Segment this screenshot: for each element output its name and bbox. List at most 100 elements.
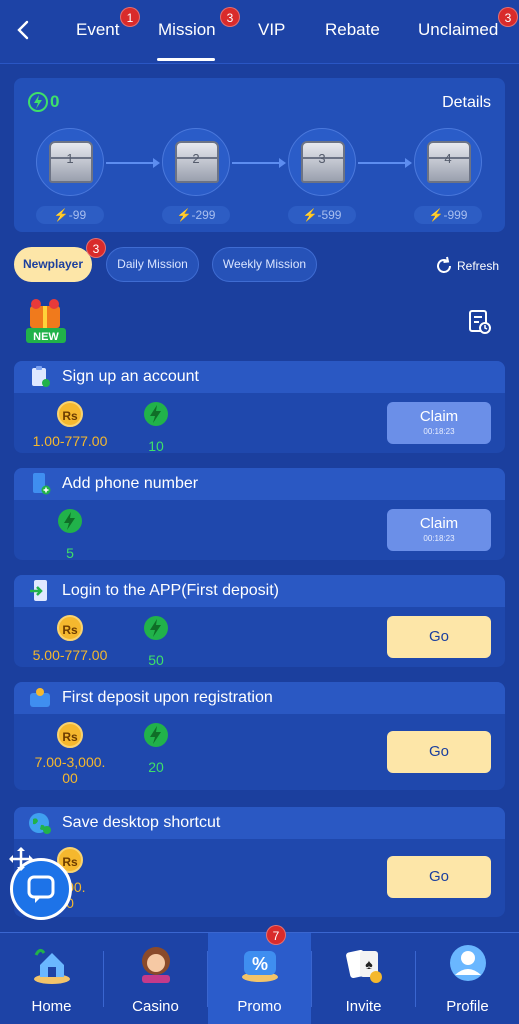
nav-promo[interactable]: % Promo: [208, 933, 311, 1024]
refresh-button[interactable]: Refresh: [434, 256, 499, 276]
nav-label: Promo: [237, 998, 282, 1015]
chest-3[interactable]: 3: [288, 128, 356, 196]
tab-event-badge: 1: [120, 7, 140, 27]
chest-number: 1: [66, 151, 74, 166]
cash-reward: Rs 7.00-3,000. 00: [28, 722, 112, 786]
energy-bolt-icon: [58, 509, 82, 533]
nav-label: Casino: [132, 998, 179, 1015]
cash-reward: Rs 5.00-777.00: [28, 615, 112, 663]
mission-card-first-deposit: First deposit upon registration Rs 7.00-…: [14, 682, 505, 790]
rupee-coin-icon: Rs: [57, 722, 83, 748]
chest-2[interactable]: 2: [162, 128, 230, 196]
claim-button[interactable]: Claim 00:18:23: [387, 509, 491, 551]
profile-avatar-icon: [449, 945, 486, 981]
cash-reward: Rs 1.00-777.00: [28, 401, 112, 449]
energy-reward: 5: [52, 508, 88, 560]
chest-number: 2: [192, 151, 200, 166]
claim-timer: 00:18:23: [423, 534, 455, 543]
tab-event[interactable]: Event: [76, 20, 119, 40]
nav-label: Home: [31, 998, 72, 1015]
nav-label: Invite: [345, 998, 382, 1015]
mission-card-header: Save desktop shortcut: [14, 807, 505, 839]
promo-percent-icon: %: [241, 951, 278, 982]
history-record-icon[interactable]: [468, 309, 492, 335]
tab-vip[interactable]: VIP: [258, 20, 285, 40]
energy-reward-value: 50: [148, 652, 164, 667]
bottom-navigation: Home Casino % Promo 7 ♠ Invite Profile: [0, 925, 519, 1024]
energy-reward-value: 10: [148, 438, 164, 453]
energy-bolt-icon: [144, 402, 168, 426]
energy-reward: 50: [138, 615, 174, 667]
mission-title: Add phone number: [62, 475, 199, 492]
rupee-coin-icon: Rs: [57, 401, 83, 427]
svg-text:♠: ♠: [365, 956, 373, 972]
mission-tab-newplayer[interactable]: Newplayer: [14, 247, 92, 282]
chest-cost-value: -999: [443, 208, 468, 222]
drag-move-icon[interactable]: [8, 846, 34, 872]
nav-casino[interactable]: Casino: [104, 933, 207, 1024]
cash-reward-value: 1.00-777.00: [32, 433, 108, 449]
cash-reward-value: 7.00-3,000. 00: [28, 754, 112, 786]
mission-title: Login to the APP(First deposit): [62, 582, 279, 599]
nav-profile[interactable]: Profile: [416, 933, 519, 1024]
energy-reward: 10: [138, 401, 174, 453]
mission-card-signup: Sign up an account Rs 1.00-777.00 10 Cla…: [14, 361, 505, 453]
chest-cost-value: -299: [191, 208, 216, 222]
chest-1[interactable]: 1: [36, 128, 104, 196]
claim-button[interactable]: Claim 00:18:23: [387, 402, 491, 444]
mission-card-desktop-shortcut: Save desktop shortcut Rs ,000.0 Go: [14, 807, 505, 917]
casino-girl-icon: [141, 947, 170, 983]
tab-mission[interactable]: Mission: [158, 20, 216, 40]
nav-home[interactable]: Home: [0, 933, 103, 1024]
login-app-icon: [30, 580, 47, 601]
chest-number: 4: [444, 151, 452, 166]
top-tab-bar: Event 1 Mission 3 VIP Rebate Unclaimed 3: [0, 0, 519, 64]
chest-number: 3: [318, 151, 326, 166]
new-label: NEW: [33, 331, 59, 343]
chest-cost: ⚡-599: [288, 206, 356, 224]
mission-card-header: First deposit upon registration: [14, 682, 505, 714]
chest-4[interactable]: 4: [414, 128, 482, 196]
refresh-label: Refresh: [457, 259, 500, 273]
mission-card-header: Login to the APP(First deposit): [14, 575, 505, 607]
energy-total: 0: [28, 92, 59, 112]
chest-cost-value: -99: [68, 208, 87, 222]
refresh-icon: [437, 256, 451, 273]
mission-tab-weekly[interactable]: Weekly Mission: [212, 247, 317, 282]
energy-bolt-icon: [144, 616, 168, 640]
cash-reward-line2: 00: [62, 770, 78, 786]
nav-invite[interactable]: ♠ Invite: [312, 933, 415, 1024]
new-player-gift-icon: NEW: [26, 299, 66, 343]
back-arrow-icon[interactable]: [12, 18, 36, 42]
mission-card-header: Sign up an account: [14, 361, 505, 393]
home-island-icon: [33, 948, 70, 984]
go-button[interactable]: Go: [387, 731, 491, 773]
mission-card-header: Add phone number: [14, 468, 505, 500]
arrow-connector: [358, 158, 412, 168]
active-tab-indicator: [157, 58, 215, 61]
invite-cards-icon: ♠: [345, 949, 382, 983]
cash-reward-value: 5.00-777.00: [32, 647, 108, 663]
newplayer-badge: 3: [86, 238, 106, 258]
energy-bolt-icon: [144, 723, 168, 747]
promo-badge: 7: [266, 925, 286, 945]
arrow-connector: [232, 158, 286, 168]
cash-reward-line1: 7.00-3,000.: [34, 754, 106, 770]
chest-cost: ⚡-99: [36, 206, 104, 224]
details-link[interactable]: Details: [442, 94, 491, 112]
energy-total-value: 0: [50, 92, 60, 111]
chest-cost-value: -599: [317, 208, 342, 222]
energy-reward-value: 20: [148, 759, 164, 775]
energy-reward-value: 5: [66, 545, 74, 560]
go-button[interactable]: Go: [387, 616, 491, 658]
claim-button-label: Claim: [419, 515, 459, 532]
tab-rebate[interactable]: Rebate: [325, 20, 380, 40]
mission-card-phone: Add phone number 5 Claim 00:18:23: [14, 468, 505, 560]
phone-add-icon: [33, 473, 51, 495]
mission-tab-daily[interactable]: Daily Mission: [106, 247, 199, 282]
chest-cost: ⚡-299: [162, 206, 230, 224]
go-button[interactable]: Go: [387, 856, 491, 898]
claim-button-label: Claim: [419, 408, 459, 425]
wallet-icon: [30, 688, 50, 707]
tab-unclaimed[interactable]: Unclaimed: [418, 20, 498, 40]
